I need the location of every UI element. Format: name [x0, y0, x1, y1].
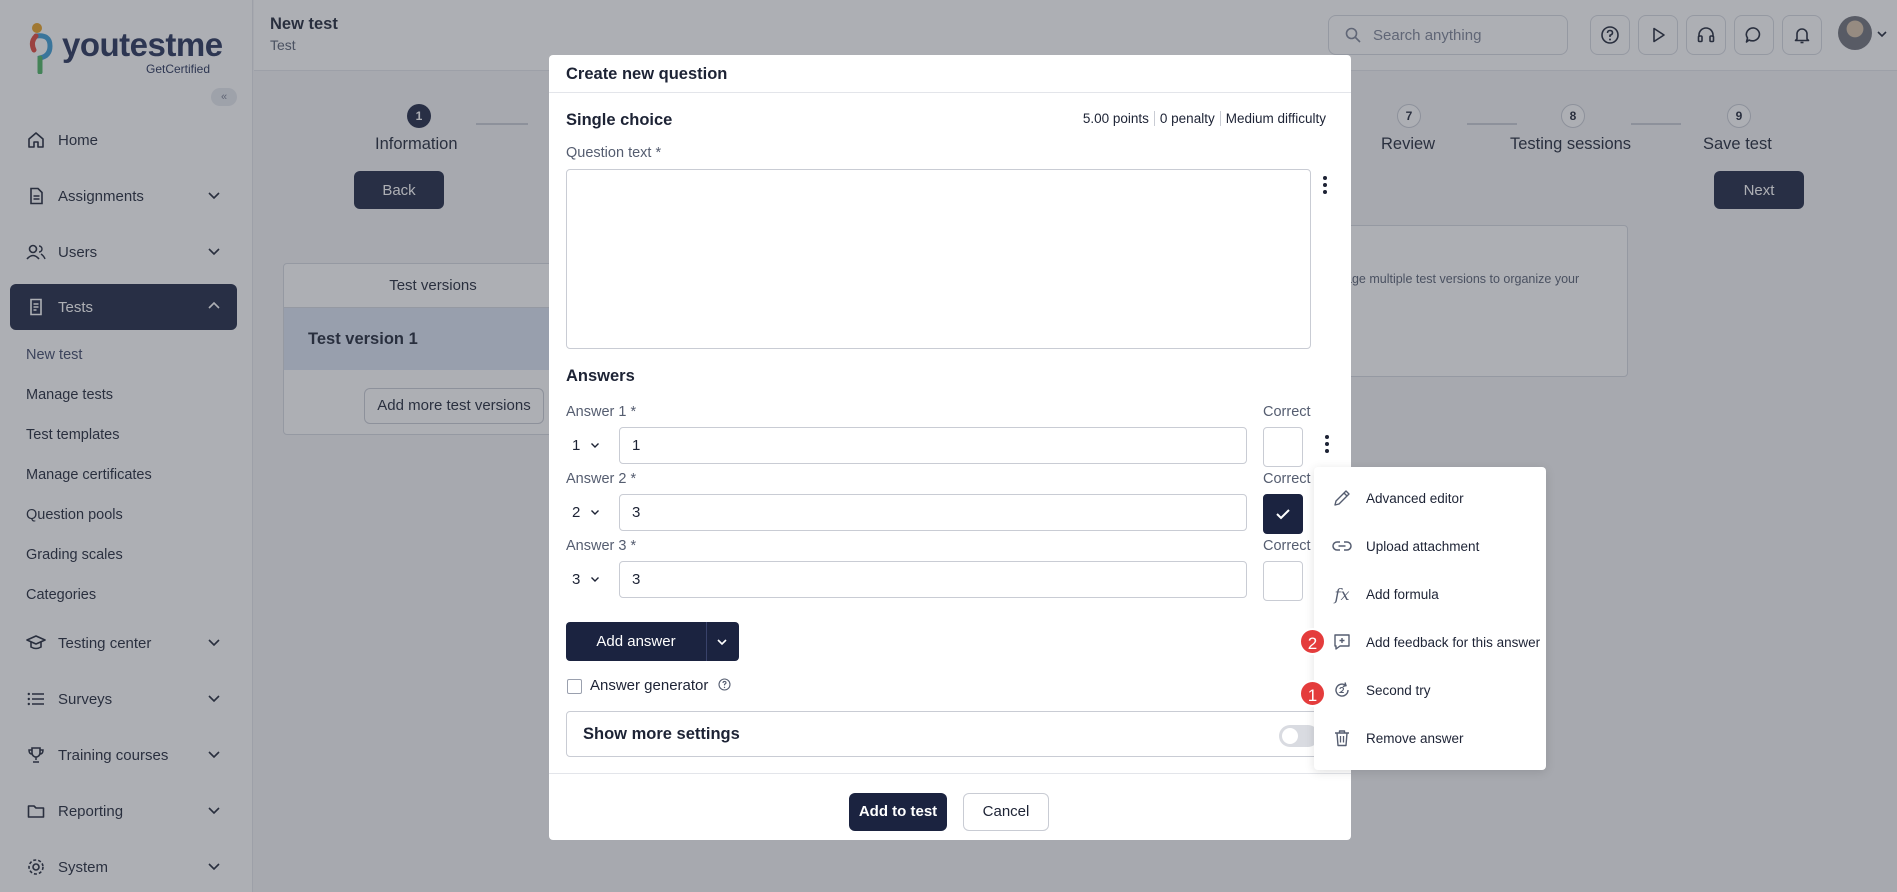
answer-options-menu: Advanced editor Upload attachment fx Add…	[1314, 467, 1546, 770]
answer-label: Answer 1 *	[566, 404, 637, 420]
answer-order-select[interactable]: 1	[566, 427, 606, 463]
question-text-label: Question text *	[566, 145, 662, 161]
correct-label: Correct	[1263, 471, 1311, 487]
answer-input[interactable]: 1	[619, 427, 1247, 464]
correct-label: Correct	[1263, 538, 1311, 554]
answer-generator-checkbox[interactable]	[567, 679, 582, 694]
fx-glyph: fx	[1334, 584, 1350, 604]
menu-item-add-formula[interactable]: fx Add formula	[1314, 574, 1546, 614]
menu-item-add-feedback[interactable]: Add feedback for this answer	[1314, 622, 1546, 662]
cancel-button[interactable]: Cancel	[963, 793, 1049, 831]
answer-order-value: 1	[572, 436, 581, 454]
menu-item-upload-attachment[interactable]: Upload attachment	[1314, 526, 1546, 566]
answer-input[interactable]: 3	[619, 494, 1247, 531]
answer-order-value: 2	[572, 503, 581, 521]
fx-icon: fx	[1332, 584, 1352, 604]
chevron-down-icon	[591, 443, 600, 448]
answer-input[interactable]: 3	[619, 561, 1247, 598]
answers-title: Answers	[566, 367, 635, 385]
menu-item-label: Add feedback for this answer	[1366, 634, 1541, 650]
menu-item-label: Remove answer	[1366, 730, 1464, 746]
link-icon	[1332, 536, 1352, 556]
show-more-settings-toggle[interactable]	[1279, 725, 1319, 747]
question-text-input[interactable]	[566, 169, 1311, 349]
menu-item-label: Second try	[1366, 682, 1431, 698]
answer-label: Answer 3 *	[566, 538, 637, 554]
menu-item-advanced-editor[interactable]: Advanced editor	[1314, 478, 1546, 518]
trash-icon	[1332, 728, 1352, 748]
retry-icon	[1332, 680, 1352, 700]
correct-label: Correct	[1263, 404, 1311, 420]
chevron-down-icon[interactable]	[716, 636, 728, 648]
chevron-down-icon	[591, 510, 600, 515]
checkmark-icon	[1276, 509, 1290, 520]
answer-label: Answer 2 *	[566, 471, 637, 487]
menu-item-remove-answer[interactable]: Remove answer	[1314, 718, 1546, 758]
show-more-settings-label: Show more settings	[583, 725, 740, 743]
divider	[549, 92, 1351, 93]
feedback-icon	[1332, 632, 1352, 652]
add-to-test-button[interactable]: Add to test	[849, 793, 947, 831]
modal-title: Create new question	[566, 65, 728, 83]
divider	[706, 622, 707, 661]
menu-item-second-try[interactable]: Second try	[1314, 670, 1546, 710]
answer-generator-label: Answer generator	[590, 677, 709, 694]
question-options-kebab-icon[interactable]	[1317, 174, 1333, 196]
menu-item-label: Advanced editor	[1366, 490, 1464, 506]
add-answer-split-button: Add answer	[566, 622, 739, 661]
difficulty-value[interactable]: Medium difficulty	[1219, 111, 1331, 126]
penalty-value[interactable]: 0 penalty	[1153, 111, 1220, 126]
step-badge: 2	[1299, 628, 1326, 655]
divider	[549, 773, 1351, 774]
pencil-icon	[1332, 488, 1352, 508]
menu-item-label: Upload attachment	[1366, 538, 1480, 554]
answer-order-select[interactable]: 2	[566, 494, 606, 530]
question-type: Single choice	[566, 111, 673, 129]
step-badge: 1	[1299, 680, 1326, 707]
menu-item-label: Add formula	[1366, 586, 1439, 602]
answer-options-kebab-icon[interactable]	[1319, 433, 1335, 455]
answer-order-select[interactable]: 3	[566, 561, 606, 597]
correct-checkbox[interactable]	[1263, 494, 1303, 534]
help-circle-icon[interactable]	[718, 678, 731, 691]
show-more-settings-row[interactable]: Show more settings	[566, 711, 1351, 757]
chevron-down-icon	[591, 577, 600, 582]
answer-order-value: 3	[572, 570, 581, 588]
points-value[interactable]: 5.00 points	[1078, 111, 1154, 126]
create-question-modal: Create new question Single choice 5.00 p…	[549, 55, 1351, 840]
correct-checkbox[interactable]	[1263, 427, 1303, 467]
add-answer-button[interactable]: Add answer	[566, 622, 706, 661]
correct-checkbox[interactable]	[1263, 561, 1303, 601]
question-meta: 5.00 points 0 penalty Medium difficulty	[1078, 111, 1331, 126]
